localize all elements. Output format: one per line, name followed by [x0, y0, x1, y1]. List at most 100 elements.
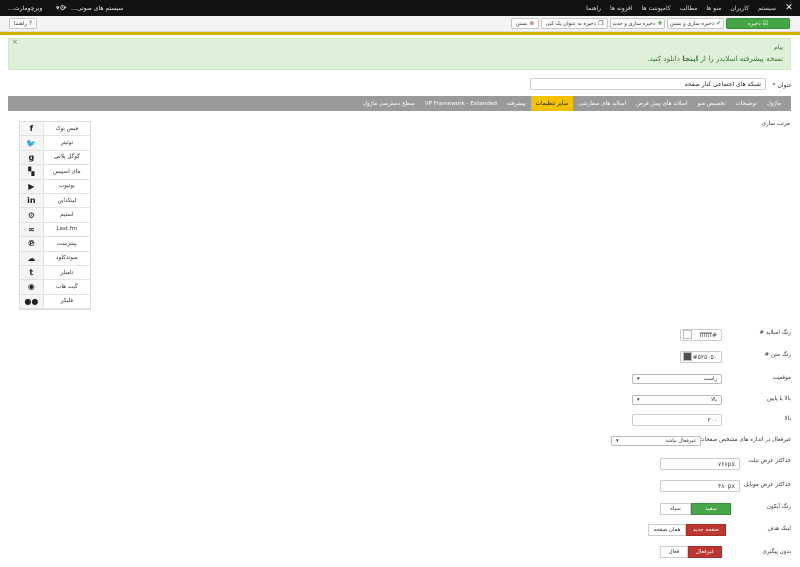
- chevron-down-icon: ▾: [616, 438, 619, 444]
- social-sort-list: فیس بوک f توئیتر 🐦 گوگل پلاس g مای اسپیس ▚ ی…: [19, 121, 91, 311]
- save-close-button[interactable]: ✔ ذخیره سازی و بستن: [667, 18, 724, 29]
- check-icon: ✔: [716, 19, 722, 27]
- icon-color-black[interactable]: سیاه: [660, 503, 691, 515]
- save-icon: ☑: [762, 19, 769, 27]
- text-color-swatch[interactable]: [683, 352, 692, 361]
- joomla-icon[interactable]: ✕: [784, 3, 794, 13]
- close-icon: ⊗: [529, 19, 535, 27]
- icon-color-white[interactable]: سفید: [691, 503, 731, 515]
- max-mobile-label: حداکثر عرض موبایل: [743, 482, 791, 488]
- toolbar-divider: [0, 32, 800, 35]
- no-tracking-disabled[interactable]: غیرفعال: [688, 546, 722, 558]
- social-item-tumblr[interactable]: تامبلر t: [20, 265, 90, 281]
- save-new-button[interactable]: ✚ ذخیره سازی و جدید: [610, 18, 665, 29]
- social-item-myspace[interactable]: مای اسپیس ▚: [20, 165, 90, 180]
- text-color-label: رنگ متن #: [764, 352, 791, 358]
- tab-description[interactable]: توضیحات: [730, 96, 761, 111]
- title-input[interactable]: [530, 78, 766, 90]
- position-label: موقعیت: [772, 375, 791, 381]
- menu-content[interactable]: مطالب: [680, 5, 698, 12]
- help-button[interactable]: ? راهنما: [9, 18, 37, 29]
- youtube-icon: ▶: [28, 181, 35, 191]
- max-tablet-label: حداکثر عرض تبلت: [748, 458, 791, 464]
- copy-icon: ❐: [598, 19, 604, 27]
- chevron-down-icon: ▾: [637, 397, 640, 403]
- twitter-icon: 🐦: [26, 138, 37, 148]
- title-label: عنوان *: [772, 82, 792, 89]
- no-tracking-enabled[interactable]: فعال: [660, 546, 688, 558]
- soundcloud-icon: ☁: [27, 253, 36, 263]
- google-plus-icon: g: [28, 152, 35, 162]
- site-name: سیستم های صوتی…: [71, 4, 124, 12]
- save-button[interactable]: ☑ ذخیره: [726, 18, 790, 29]
- social-item-youtube[interactable]: یوتیوب ▶: [20, 179, 90, 194]
- tab-other-settings[interactable]: سایر تنظیمات: [530, 96, 574, 111]
- tab-module[interactable]: ماژول: [762, 96, 786, 111]
- system-message: × پیام نسخه پیشرفته اسلایدر را از اینجا …: [8, 38, 791, 70]
- social-item-pinterest[interactable]: پینترست ℗: [20, 237, 90, 252]
- tab-menu-assignment[interactable]: تخصیص منو: [692, 96, 730, 111]
- tab-module-access[interactable]: سطح دسترسی ماژول: [358, 96, 420, 111]
- tab-advanced[interactable]: پیشرفته: [502, 96, 531, 111]
- menu-help[interactable]: راهنما: [586, 5, 601, 12]
- icon-color-toggle: سفید سیاه: [660, 503, 731, 515]
- link-target-toggle: صفحه جدید همان صفحه: [648, 524, 726, 536]
- site-link[interactable]: سیستم های صوتی… ↗: [62, 0, 123, 16]
- help-icon: ?: [28, 19, 33, 27]
- tumblr-icon: t: [29, 268, 34, 278]
- menu-users[interactable]: کاربران: [730, 5, 749, 12]
- link-target-same[interactable]: همان صفحه: [648, 524, 686, 536]
- social-item-github[interactable]: گیت هاب ◉: [20, 280, 90, 295]
- main-menu: سیستم کاربران منو ها مطالب کامپوننت ها ا…: [586, 0, 776, 16]
- pinterest-icon: ℗: [27, 239, 36, 249]
- max-mobile-input[interactable]: ۴۸۰px: [660, 480, 740, 492]
- top-input[interactable]: ۳۰۰: [632, 414, 722, 426]
- message-heading: پیام: [773, 44, 783, 51]
- menu-components[interactable]: کامپوننت ها: [642, 5, 671, 12]
- steam-icon: ⚙: [27, 210, 35, 220]
- tab-vp-framework[interactable]: VP Framework - Extended: [420, 96, 502, 111]
- slider-color-label: رنگ اسلاید #: [759, 330, 791, 336]
- link-target-new[interactable]: صفحه جدید: [686, 524, 726, 536]
- order-label: مرتب سازی: [761, 121, 790, 127]
- lastfm-icon: ∞: [28, 224, 35, 234]
- chevron-down-icon: ▾: [637, 376, 640, 382]
- link-target-label: لینک هدف: [767, 526, 791, 532]
- close-button[interactable]: ⊗ بستن: [511, 18, 539, 29]
- facebook-icon: f: [29, 124, 34, 134]
- menu-system[interactable]: سیستم: [758, 5, 776, 12]
- social-item-facebook[interactable]: فیس بوک f: [20, 122, 90, 137]
- social-item-linkedin[interactable]: لینکداین in: [20, 193, 90, 209]
- gear-icon[interactable]: ⚙▾: [56, 0, 66, 16]
- position-select[interactable]: راست ▾: [632, 374, 722, 384]
- social-item-steam[interactable]: استیم ⚙: [20, 208, 90, 223]
- top-bottom-label: بالا یا پایین: [766, 396, 791, 402]
- no-tracking-label: بدون پیگیری: [762, 549, 791, 555]
- menu-menus[interactable]: منو ها: [706, 5, 721, 12]
- tab-custom-slides[interactable]: اسلاید های سفارشی: [573, 96, 631, 111]
- tab-default-slides[interactable]: اسلاید های پیش فرض: [631, 96, 692, 111]
- slider-color-swatch[interactable]: [683, 330, 692, 339]
- github-icon: ◉: [27, 282, 35, 292]
- menu-extensions[interactable]: افزونه ها: [610, 5, 633, 12]
- no-tracking-toggle: غیرفعال فعال: [660, 546, 722, 558]
- top-bottom-select[interactable]: بالا ▾: [632, 395, 722, 405]
- top-label: بالا: [784, 416, 791, 422]
- message-body: نسخه پیشرفته اسلایدر را از اینجا دانلود …: [647, 54, 783, 63]
- user-menu[interactable]: وبرچومارت…: [8, 0, 42, 16]
- toolbar: ☑ ذخیره ✔ ذخیره سازی و بستن ✚ ذخیره سازی…: [0, 16, 800, 32]
- flickr-icon: ●●: [24, 296, 39, 306]
- download-link[interactable]: اینجا: [682, 54, 698, 63]
- plus-icon: ✚: [657, 19, 663, 27]
- social-item-twitter[interactable]: توئیتر 🐦: [20, 136, 90, 151]
- social-item-soundcloud[interactable]: سوندکلود ☁: [20, 251, 90, 266]
- max-tablet-input[interactable]: ۷۶۸px: [660, 458, 740, 470]
- disable-pages-select[interactable]: غیرفعال نباشد ▾: [611, 436, 701, 446]
- social-item-lastfm[interactable]: Last.fm ∞: [20, 222, 90, 238]
- social-item-googleplus[interactable]: گوگل پلاس g: [20, 150, 90, 166]
- linkedin-icon: in: [27, 196, 36, 206]
- icon-color-label: رنگ آیکون: [766, 504, 791, 510]
- close-icon[interactable]: ×: [12, 38, 18, 46]
- save-copy-button[interactable]: ❐ ذخیره به عنوان یک کپی: [541, 18, 608, 29]
- social-item-flickr[interactable]: فلیکر ●●: [20, 294, 90, 310]
